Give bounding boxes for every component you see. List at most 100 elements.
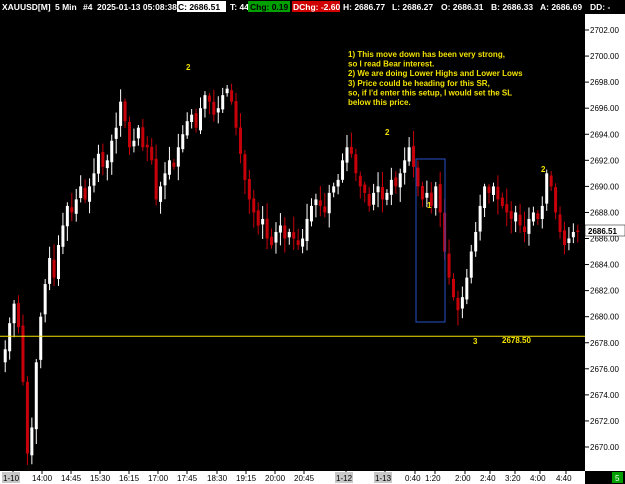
header-dchg: DChg: -2.60 xyxy=(293,2,341,12)
candle-up xyxy=(425,192,429,198)
header-bar: XAUUSD[M] 5 Min #4 2025-01-13 05:08:38 C… xyxy=(0,0,625,13)
date-label: 1-10 xyxy=(3,474,20,483)
time-label: 2:00 xyxy=(455,474,471,483)
candle-up xyxy=(74,199,78,214)
candle-up xyxy=(336,179,340,187)
candle-down xyxy=(123,101,127,122)
candle-up xyxy=(305,218,309,241)
candle-up xyxy=(225,88,229,94)
candle-up xyxy=(88,186,92,202)
candle-down xyxy=(363,184,367,193)
note-line: below this price. xyxy=(348,98,411,107)
price-tick-label: 2690.00 xyxy=(590,182,619,191)
candle-up xyxy=(185,121,189,136)
candle-up xyxy=(407,147,411,162)
candle-up xyxy=(34,362,38,430)
candle-down xyxy=(518,214,522,226)
candle-down xyxy=(416,167,420,187)
candle-up xyxy=(531,212,535,222)
candle-up xyxy=(274,231,278,243)
price-tick-label: 2692.00 xyxy=(590,156,619,165)
candle-up xyxy=(92,173,96,186)
candle-up xyxy=(12,303,16,324)
candle-up xyxy=(540,205,544,219)
candle-up xyxy=(465,277,469,300)
plot-area xyxy=(0,14,585,471)
price-tick-label: 2678.00 xyxy=(590,339,619,348)
candle-down xyxy=(505,204,509,213)
candle-down xyxy=(523,226,527,232)
candle-up xyxy=(61,225,65,247)
candle-down xyxy=(354,154,358,174)
candle-down xyxy=(127,121,131,148)
candle-down xyxy=(70,207,74,213)
candle-down xyxy=(145,144,149,148)
candle-up xyxy=(545,173,549,204)
candle-up xyxy=(327,192,331,214)
time-label: 15:30 xyxy=(90,474,111,483)
note-line: 3) Price could be heading for this SR, xyxy=(348,79,490,88)
label-3: 3 xyxy=(473,337,478,346)
candle-up xyxy=(389,179,393,195)
header-high: H: 2686.77 xyxy=(343,2,385,12)
sr-price-label: 2678.50 xyxy=(502,336,531,345)
candle-down xyxy=(558,214,562,232)
candle-down xyxy=(562,230,566,246)
candle-up xyxy=(478,205,482,232)
candle-up xyxy=(203,95,207,109)
candle-up xyxy=(159,186,163,202)
time-axis[interactable] xyxy=(0,471,585,484)
candle-up xyxy=(136,127,140,139)
candle-up xyxy=(483,186,487,209)
candle-down xyxy=(243,154,247,180)
candle-down xyxy=(207,95,211,102)
candle-up xyxy=(119,101,123,126)
header-open: O: 2686.31 xyxy=(441,2,484,12)
note-line: 2) We are doing Lower Highs and Lower Lo… xyxy=(348,69,523,78)
date-label: 1-13 xyxy=(375,474,392,483)
candle-up xyxy=(79,186,83,199)
candle-down xyxy=(549,175,553,187)
header-dd: DD: - xyxy=(590,2,610,12)
candle-down xyxy=(456,297,460,311)
time-label: 18:30 xyxy=(207,474,228,483)
candle-up xyxy=(527,218,531,234)
time-label: 4:40 xyxy=(556,474,572,483)
candle-up xyxy=(132,140,136,147)
candle-down xyxy=(554,187,558,213)
candle-up xyxy=(474,231,478,252)
candle-up xyxy=(167,160,171,175)
candle-down xyxy=(318,200,322,206)
candle-up xyxy=(199,108,203,131)
candle-up xyxy=(372,192,376,205)
header-symbol: XAUUSD[M] xyxy=(2,2,51,12)
candle-up xyxy=(43,284,47,315)
candle-down xyxy=(487,186,491,193)
label-1: 1 xyxy=(427,201,432,210)
candle-down xyxy=(509,211,513,219)
chart-canvas: XAUUSD[M] 5 Min #4 2025-01-13 05:08:38 C… xyxy=(0,0,625,484)
candle-up xyxy=(48,258,52,284)
time-label: 19:15 xyxy=(236,474,257,483)
candle-down xyxy=(292,232,296,239)
candle-up xyxy=(110,140,114,163)
candle-up xyxy=(190,114,194,122)
candle-down xyxy=(447,253,451,278)
time-label: 14:45 xyxy=(61,474,82,483)
candle-up xyxy=(398,173,402,188)
candle-up xyxy=(491,186,495,195)
candle-up xyxy=(105,160,109,169)
time-label: 20:00 xyxy=(265,474,286,483)
candle-down xyxy=(500,197,504,206)
price-tick-label: 2688.00 xyxy=(590,208,619,217)
date-label: 1-12 xyxy=(336,474,353,483)
note-line: so, if I'd enter this setup, I would set… xyxy=(348,88,512,97)
candle-up xyxy=(434,186,438,209)
candle-down xyxy=(52,259,56,278)
price-tick-label: 2698.00 xyxy=(590,78,619,87)
candle-down xyxy=(283,225,287,239)
candle-down xyxy=(265,218,269,239)
candle-down xyxy=(150,146,154,161)
price-tick-label: 2674.00 xyxy=(590,391,619,400)
candle-up xyxy=(3,349,7,363)
